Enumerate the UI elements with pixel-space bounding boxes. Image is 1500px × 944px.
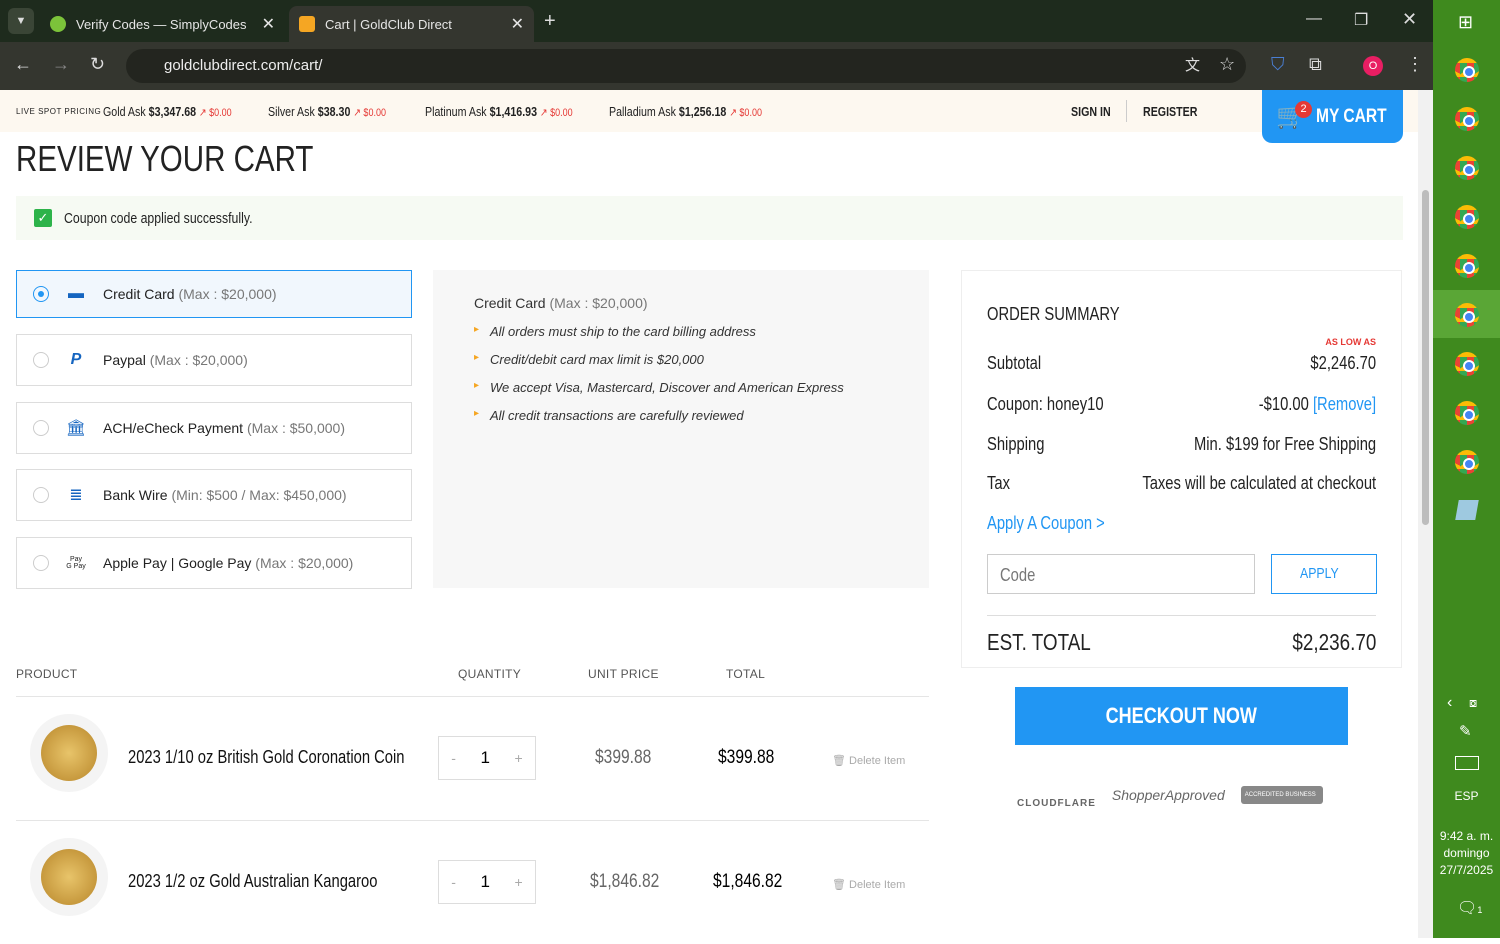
increase-button[interactable]: +: [515, 874, 523, 890]
trust-badges: CLOUDFLARE ShopperApproved ACCREDITED BU…: [1017, 778, 1337, 812]
clock[interactable]: 9:42 a. m. domingo 27/7/2025: [1433, 828, 1500, 879]
cloudflare-logo: CLOUDFLARE: [1017, 797, 1096, 809]
maximize-button[interactable]: ❐: [1354, 10, 1368, 30]
chrome-icon[interactable]: [1455, 156, 1479, 180]
forward-icon[interactable]: →: [52, 54, 70, 75]
radio-button[interactable]: [33, 286, 49, 302]
close-tab-icon[interactable]: ✕: [511, 14, 524, 34]
close-tab-icon[interactable]: ✕: [262, 14, 275, 34]
chrome-icon[interactable]: [1455, 352, 1479, 376]
menu-icon[interactable]: ⋮: [1406, 54, 1424, 75]
payment-option-bank-wire[interactable]: ≣ Bank Wire (Min: $500 / Max: $450,000): [16, 469, 412, 521]
page-title: REVIEW YOUR CART: [16, 138, 314, 179]
delete-item-button[interactable]: 🗑 Delete Item: [832, 878, 905, 891]
shopper-approved-logo: ShopperApproved: [1111, 787, 1225, 803]
back-icon[interactable]: ←: [14, 54, 32, 75]
chrome-icon[interactable]: [1455, 254, 1479, 278]
cart-item-row: 2023 1/10 oz British Gold Coronation Coi…: [16, 696, 929, 820]
bbb-logo: ACCREDITED BUSINESS: [1240, 786, 1323, 804]
chevron-left-icon[interactable]: ‹: [1447, 694, 1452, 712]
bookmark-star-icon[interactable]: ☆: [1219, 54, 1235, 75]
delete-item-button[interactable]: 🗑 Delete Item: [832, 754, 905, 767]
language-indicator[interactable]: ESP: [1433, 789, 1500, 803]
tab-goldclub[interactable]: Cart | GoldClub Direct ✕: [289, 6, 534, 42]
wire-document-icon: ≣: [69, 487, 83, 504]
notifications-icon[interactable]: 🗨1: [1457, 898, 1482, 918]
shield-extension-icon[interactable]: ⛉: [1271, 54, 1285, 75]
cart-count-badge: 2: [1295, 101, 1312, 118]
keyboard-icon[interactable]: [1455, 756, 1479, 770]
apple-google-pay-icon: Pay G Pay: [66, 556, 86, 570]
radio-button[interactable]: [33, 420, 49, 436]
apply-coupon-link[interactable]: Apply A Coupon >: [987, 513, 1105, 534]
quantity-stepper[interactable]: -1 +: [438, 736, 536, 780]
product-image: [30, 714, 108, 792]
paypal-icon: P: [70, 351, 82, 368]
check-icon: ✓: [34, 209, 52, 227]
ticker-platinum: Platinum Ask $1,416.93 ↗ $0.00: [425, 104, 573, 119]
tab-simplycodes[interactable]: Verify Codes — SimplyCodes ✕: [40, 6, 285, 42]
remove-coupon-link[interactable]: [Remove]: [1313, 394, 1376, 414]
app-icon[interactable]: [1455, 500, 1479, 520]
spot-price-ticker: LIVE SPOT PRICING Gold Ask $3,347.68 ↗ $…: [0, 90, 1418, 132]
chrome-icon[interactable]: [1455, 107, 1479, 131]
increase-button[interactable]: +: [515, 750, 523, 766]
taskbar: ⊞ ‹ ⧇ ✎ ESP 9:42 a. m. domingo 27/7/2025 🗨…: [1433, 0, 1500, 938]
profile-avatar[interactable]: O: [1363, 56, 1383, 76]
ticker-gold: Gold Ask $3,347.68 ↗ $0.00: [103, 104, 232, 119]
checkout-now-button[interactable]: CHECKOUT NOW: [1015, 687, 1348, 745]
quantity-stepper[interactable]: -1 +: [438, 860, 536, 904]
apply-coupon-button[interactable]: APPLY: [1271, 554, 1377, 594]
decrease-button[interactable]: -: [451, 750, 456, 766]
cart-item-row: 2023 1/2 oz Gold Australian Kangaroo -1 +…: [16, 820, 929, 944]
radio-button[interactable]: [33, 555, 49, 571]
close-window-button[interactable]: ✕: [1402, 9, 1417, 30]
my-cart-button[interactable]: 🛒 MY CART: [1262, 90, 1403, 143]
radio-button[interactable]: [33, 487, 49, 503]
credit-card-icon: ▬: [68, 285, 84, 302]
tab-search-button[interactable]: ▼: [8, 8, 34, 34]
chrome-icon[interactable]: [1455, 303, 1479, 327]
page-scrollbar[interactable]: [1418, 90, 1433, 938]
chrome-icon[interactable]: [1455, 450, 1479, 474]
chrome-icon[interactable]: [1455, 58, 1479, 82]
extensions-icon[interactable]: ⧉: [1309, 54, 1322, 75]
scrollbar-thumb[interactable]: [1422, 190, 1429, 525]
payment-option-ach[interactable]: 🏛 ACH/eCheck Payment (Max : $50,000): [16, 402, 412, 454]
product-image: [30, 838, 108, 916]
meet-icon[interactable]: ⧇: [1469, 695, 1477, 711]
pen-icon[interactable]: ✎: [1459, 722, 1472, 740]
ticker-palladium: Palladium Ask $1,256.18 ↗ $0.00: [609, 104, 762, 119]
register-link[interactable]: REGISTER: [1143, 104, 1198, 119]
decrease-button[interactable]: -: [451, 874, 456, 890]
address-bar-area: ← → ↻ goldclubdirect.com/cart/ 文 ☆ ⛉ ⧉ O…: [0, 42, 1433, 90]
goldclub-icon: [299, 16, 315, 32]
url-input[interactable]: goldclubdirect.com/cart/: [126, 49, 1246, 83]
radio-button[interactable]: [33, 352, 49, 368]
payment-option-credit-card[interactable]: ▬ Credit Card (Max : $20,000): [16, 270, 412, 318]
translate-icon[interactable]: 文: [1185, 54, 1200, 75]
coupon-code-input[interactable]: Code: [987, 554, 1255, 594]
ticker-silver: Silver Ask $38.30 ↗ $0.00: [268, 104, 387, 119]
coupon-success-alert: ✓ Coupon code applied successfully.: [16, 196, 1403, 240]
minimize-button[interactable]: —: [1306, 10, 1322, 28]
payment-option-paypal[interactable]: P Paypal (Max : $20,000): [16, 334, 412, 386]
new-tab-button[interactable]: +: [544, 10, 556, 33]
payment-option-apple-google-pay[interactable]: Pay G Pay Apple Pay | Google Pay (Max : $2…: [16, 537, 412, 589]
chrome-icon[interactable]: [1455, 401, 1479, 425]
sign-in-link[interactable]: SIGN IN: [1071, 104, 1111, 119]
bank-icon: 🏛: [65, 420, 87, 437]
simplycodes-icon: [50, 16, 66, 32]
tab-bar: ▼ Verify Codes — SimplyCodes ✕ Cart | Gol…: [0, 0, 1433, 42]
reload-icon[interactable]: ↻: [90, 54, 105, 75]
chrome-icon[interactable]: [1455, 205, 1479, 229]
payment-info-panel: Credit Card (Max : $20,000) All orders m…: [433, 270, 929, 588]
order-summary: ORDER SUMMARY AS LOW AS Subtotal $2,246.7…: [961, 270, 1402, 668]
windows-start-icon[interactable]: ⊞: [1458, 12, 1473, 33]
